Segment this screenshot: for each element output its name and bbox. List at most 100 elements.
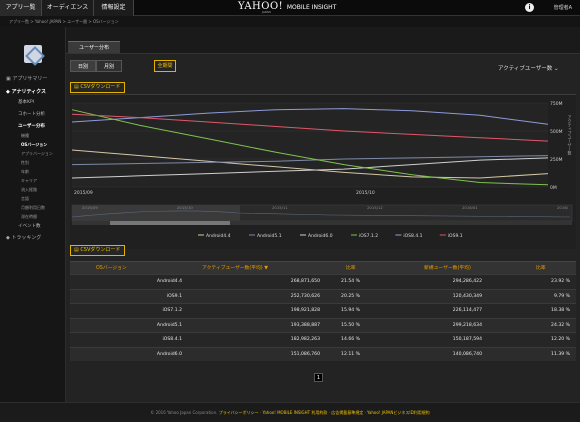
legend-item: iOS8.4.1 — [403, 233, 422, 239]
table-cell: 15.50 % — [341, 322, 360, 328]
table-row: Android6.0 151,086,760 12.11 % 140,086,740 1… — [70, 346, 576, 361]
y-tick-label: 0M — [550, 185, 557, 191]
data-table: OSバージョン アクティブユーザー数(平均) ▼ 比率 新規ユーザー数(平均) … — [70, 261, 576, 361]
sidebar-item-language[interactable]: 言語 — [21, 196, 29, 202]
daily-toggle[interactable]: 日別 — [70, 60, 96, 72]
metric-dropdown[interactable]: アクティブユーザー数 ⌄ — [498, 64, 559, 72]
sidebar-item-app-version[interactable]: アプリバージョン — [21, 151, 53, 157]
table-cell: 198,921,828 — [290, 308, 320, 313]
breadcrumb: アプリ一覧 > Yahoo! JAPAN > ユーザー層 > OSバージョン — [0, 16, 580, 27]
table-cell: 299,218,634 — [452, 322, 482, 328]
info-icon[interactable]: i — [525, 3, 534, 12]
navigator-label: 2015/10 — [177, 205, 193, 210]
sidebar-item-app-summary[interactable]: ▣ アプリサマリー — [6, 75, 47, 82]
table-row: iOS7.1.2 198,921,828 15.94 % 226,114,477 18.… — [70, 303, 576, 318]
table-row: iOS8.4.1 182,982,263 14.66 % 150,187,594 12.… — [70, 332, 576, 347]
sidebar-item-gender[interactable]: 性別 — [21, 160, 29, 166]
navigator-label: 2016/01 — [462, 205, 478, 210]
csv-download-button-chart[interactable]: ▤ CSVダウンロード — [70, 82, 125, 93]
monthly-toggle[interactable]: 月別 — [96, 60, 122, 72]
app-icon — [24, 45, 42, 63]
x-tick-label: 2015/10 — [356, 190, 375, 196]
sidebar: ▣ アプリサマリー ◆ アナリティクス 基本KPI コホート分析 ユーザー分布 … — [0, 27, 66, 402]
table-cell: 24.32 % — [551, 322, 570, 328]
terms-link[interactable]: Yahoo! MOBILE INSIGHT 利用約款 — [262, 410, 327, 415]
sidebar-item-usage-days[interactable]: 月額利用日数 — [21, 205, 45, 211]
legend-item: iOS9.1 — [448, 233, 463, 239]
table-cell: iOS7.1.2 — [162, 308, 183, 313]
legend-item: Android6.0 — [308, 233, 333, 239]
legend-item: Android5.1 — [257, 233, 282, 239]
table-cell: 15.94 % — [341, 308, 360, 313]
brand-logo[interactable]: YAHOO! MOBILE INSIGHT — [238, 1, 336, 12]
csv-download-button-table[interactable]: ▤ CSVダウンロード — [70, 245, 125, 256]
tab-user-distribution[interactable]: ユーザー分布 — [68, 41, 120, 53]
table-cell: 193,388,887 — [290, 322, 320, 328]
x-tick-label: 2015/09 — [74, 190, 93, 196]
scrollbar-thumb — [110, 221, 230, 225]
table-cell: 182,982,263 — [290, 337, 320, 342]
business-id-link[interactable]: Yahoo! JAPANビジネスID利用規約 — [367, 410, 430, 415]
sidebar-item-event-count[interactable]: イベント数 — [18, 223, 41, 229]
table-cell: 18.38 % — [551, 308, 570, 313]
table-cell: Android6.0 — [156, 351, 182, 357]
sidebar-item-session-time[interactable]: 滞在時間 — [21, 214, 37, 220]
navigator-label: 2015/12 — [367, 205, 383, 210]
sidebar-item-analytics[interactable]: ◆ アナリティクス — [6, 88, 46, 95]
table-cell: 11.39 % — [551, 351, 570, 357]
tab-audience[interactable]: オーディエンス — [42, 0, 94, 16]
table-cell: 140,086,740 — [452, 351, 482, 357]
sidebar-item-basic-kpi[interactable]: 基本KPI — [18, 99, 34, 105]
table-cell: 12.11 % — [341, 351, 360, 357]
table-cell: Android4.4 — [156, 279, 182, 284]
y-tick-label: 750M — [550, 101, 563, 107]
table-cell: 12.20 % — [551, 337, 570, 342]
table-cell: 120,430,349 — [452, 293, 482, 299]
table-cell: 21.54 % — [341, 279, 360, 284]
copyright: © 2016 Yahoo Japan Corporation. — [150, 410, 218, 415]
sidebar-item-carrier[interactable]: キャリア — [21, 178, 37, 184]
table-row: iOS9.1 252,730,626 20.25 % 120,430,349 9.79 … — [70, 288, 576, 303]
app-root: アプリ一覧 オーディエンス 情報設定 YAHOO! MOBILE INSIGHT… — [0, 0, 580, 422]
brand-suffix: MOBILE INSIGHT — [286, 4, 337, 11]
table-row: Android4.4 268,871,650 21.54 % 294,286,422 2… — [70, 274, 576, 289]
table-header: OSバージョン アクティブユーザー数(平均) ▼ 比率 新規ユーザー数(平均) … — [70, 261, 576, 274]
sidebar-item-age[interactable]: 年齢 — [21, 169, 29, 175]
table-cell: 9.79 % — [553, 293, 570, 299]
table-cell: 23.92 % — [551, 279, 570, 284]
table-cell: 252,730,626 — [290, 293, 320, 299]
table-cell: 226,114,477 — [452, 308, 482, 313]
sidebar-item-cohort[interactable]: コホート分析 — [18, 111, 45, 117]
navigator-label: 2015/11 — [272, 205, 288, 210]
ad-policy-link[interactable]: 広告掲載基準規定 — [331, 410, 363, 415]
table-cell: Android5.1 — [156, 322, 182, 328]
line-chart: 750M 500M 250M 0M アクティブユーザー数 2015/09 2015/10 20… — [70, 94, 576, 249]
navigator-label: 2016/ — [557, 205, 569, 210]
sidebar-item-os-version[interactable]: OSバージョン — [21, 142, 47, 148]
table-cell: 20.25 % — [341, 293, 360, 299]
legend-item: iOS7.1.2 — [359, 233, 378, 239]
chart-svg: 750M 500M 250M 0M アクティブユーザー数 2015/09 2015/10 20… — [71, 101, 573, 239]
sidebar-item-tracking[interactable]: ◆ トラッキング — [6, 234, 41, 241]
top-bar: アプリ一覧 オーディエンス 情報設定 YAHOO! MOBILE INSIGHT… — [0, 0, 580, 16]
sidebar-item-user-distribution[interactable]: ユーザー分布 — [18, 123, 45, 129]
table-row: Android5.1 193,388,887 15.50 % 299,218,634 2… — [70, 317, 576, 332]
all-period-button[interactable]: 全期間 — [154, 60, 176, 72]
sidebar-item-device[interactable]: 機種 — [21, 133, 29, 139]
table-cell: iOS8.4.1 — [162, 337, 183, 342]
y-tick-label: 500M — [550, 129, 563, 135]
navigator-label: 2015/09 — [82, 205, 98, 210]
plot-area — [72, 103, 548, 187]
privacy-link[interactable]: プライバシーポリシー — [219, 410, 259, 415]
table-cell: 268,871,650 — [290, 279, 320, 284]
sidebar-item-referrer[interactable]: 流入経路 — [21, 187, 37, 193]
table-cell: 294,286,422 — [452, 279, 482, 284]
legend-item: Android4.4 — [206, 233, 231, 239]
pagination-page-1[interactable]: 1 — [314, 373, 323, 382]
tab-settings[interactable]: 情報設定 — [94, 0, 134, 16]
tab-app-list[interactable]: アプリ一覧 — [0, 0, 42, 16]
user-name[interactable]: 管理者A — [554, 0, 572, 16]
y-axis-label: アクティブユーザー数 — [568, 115, 573, 156]
brand-name: YAHOO! — [238, 1, 284, 12]
table-cell: 14.66 % — [341, 337, 360, 342]
